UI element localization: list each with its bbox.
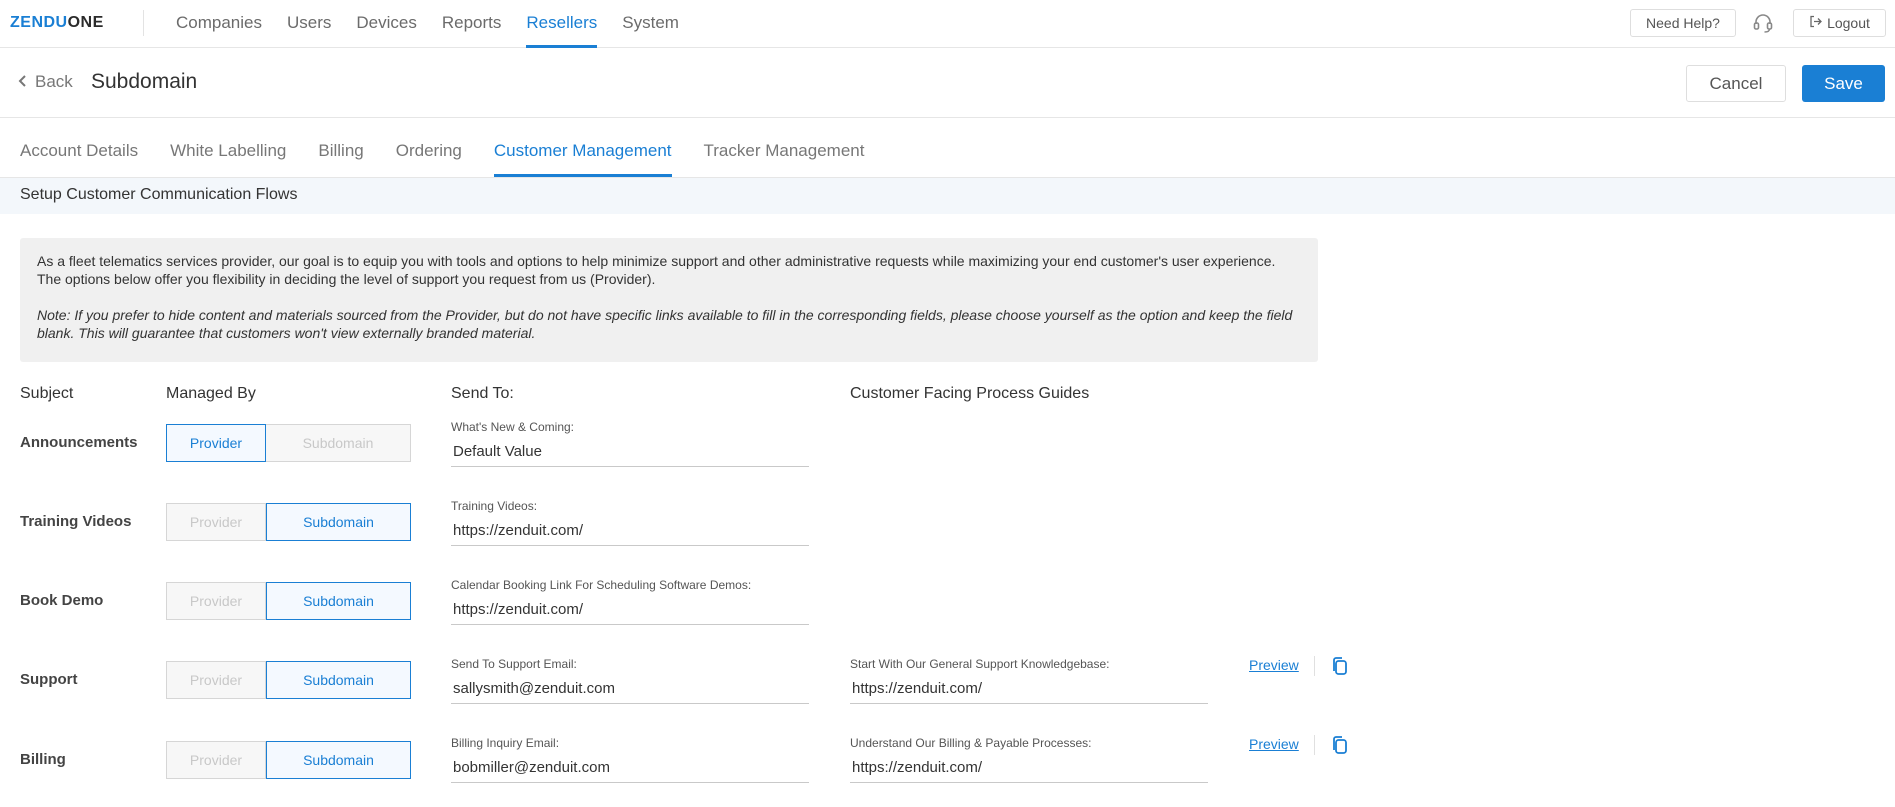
nav-item-resellers[interactable]: Resellers (526, 0, 597, 48)
nav-item-devices[interactable]: Devices (356, 0, 416, 48)
nav-item-reports[interactable]: Reports (442, 0, 502, 48)
managed-by-toggle-announcements: Provider Subdomain (166, 424, 411, 462)
section-banner: Setup Customer Communication Flows (0, 177, 1895, 214)
managed-by-toggle-support: Provider Subdomain (166, 661, 411, 699)
provider-option[interactable]: Provider (166, 582, 266, 620)
guide-field-support[interactable]: Start With Our General Support Knowledge… (850, 657, 1208, 704)
send-to-field-book-demo[interactable]: Calendar Booking Link For Scheduling Sof… (451, 578, 809, 625)
field-label: Billing Inquiry Email: (451, 736, 560, 750)
nav-item-system[interactable]: System (622, 0, 679, 48)
row-subject-training-videos: Training Videos (20, 513, 132, 530)
settings-tabs: Account Details White Labelling Billing … (20, 118, 896, 177)
send-to-field-billing[interactable]: Billing Inquiry Email: bobmiller@zenduit… (451, 736, 809, 783)
tab-white-labelling[interactable]: White Labelling (170, 118, 286, 177)
row-subject-book-demo: Book Demo (20, 592, 104, 609)
field-label: Understand Our Billing & Payable Process… (850, 736, 1092, 750)
tab-customer-management[interactable]: Customer Management (493, 118, 672, 177)
cancel-button[interactable]: Cancel (1686, 65, 1786, 102)
subdomain-option[interactable]: Subdomain (266, 661, 411, 699)
page-header: Back Subdomain Cancel Save (0, 48, 1895, 118)
save-button[interactable]: Save (1802, 65, 1885, 102)
nav-item-companies[interactable]: Companies (176, 0, 262, 48)
nav-item-users[interactable]: Users (287, 0, 331, 48)
copy-icon[interactable] (1330, 735, 1350, 757)
logout-label: Logout (1827, 15, 1870, 31)
copy-icon[interactable] (1330, 656, 1350, 678)
subdomain-option[interactable]: Subdomain (266, 424, 411, 462)
managed-by-toggle-billing: Provider Subdomain (166, 741, 411, 779)
back-link[interactable]: Back (18, 72, 73, 92)
row-subject-billing: Billing (20, 751, 66, 768)
chevron-left-icon (18, 72, 27, 92)
info-note: Note: If you prefer to hide content and … (37, 307, 1293, 341)
send-to-field-training-videos[interactable]: Training Videos: https://zenduit.com/ (451, 499, 809, 546)
provider-option[interactable]: Provider (166, 661, 266, 699)
back-label: Back (35, 72, 73, 91)
headset-icon[interactable] (1752, 12, 1774, 34)
provider-option[interactable]: Provider (166, 424, 266, 462)
column-header-subject: Subject (20, 385, 74, 402)
field-label: Send To Support Email: (451, 657, 577, 671)
need-help-button[interactable]: Need Help? (1630, 9, 1736, 37)
page-title: Subdomain (91, 70, 198, 93)
info-box: As a fleet telematics services provider,… (20, 238, 1318, 362)
main-nav: Companies Users Devices Reports Reseller… (176, 0, 704, 48)
column-header-guides: Customer Facing Process Guides (850, 385, 1090, 402)
field-value[interactable]: https://zenduit.com/ (850, 757, 1208, 783)
divider (1314, 656, 1315, 676)
preview-link-support[interactable]: Preview (1249, 657, 1299, 673)
top-navigation: ZENDU ONE Companies Users Devices Reports… (0, 0, 1895, 48)
managed-by-toggle-training-videos: Provider Subdomain (166, 503, 411, 541)
row-subject-announcements: Announcements (20, 434, 138, 451)
field-label: Start With Our General Support Knowledge… (850, 657, 1110, 671)
managed-by-toggle-book-demo: Provider Subdomain (166, 582, 411, 620)
subdomain-option[interactable]: Subdomain (266, 741, 411, 779)
preview-link-billing[interactable]: Preview (1249, 736, 1299, 752)
info-paragraph: As a fleet telematics services provider,… (37, 253, 1276, 287)
row-subject-support: Support (20, 671, 78, 688)
tab-account-details[interactable]: Account Details (20, 118, 138, 177)
subdomain-option[interactable]: Subdomain (266, 503, 411, 541)
provider-option[interactable]: Provider (166, 741, 266, 779)
column-header-send-to: Send To: (451, 385, 514, 402)
send-to-field-announcements[interactable]: What's New & Coming: Default Value (451, 420, 809, 467)
field-value[interactable]: https://zenduit.com/ (451, 599, 809, 625)
subdomain-option[interactable]: Subdomain (266, 582, 411, 620)
field-label: Calendar Booking Link For Scheduling Sof… (451, 578, 752, 592)
tab-ordering[interactable]: Ordering (396, 118, 462, 177)
field-label: Training Videos: (451, 499, 538, 513)
send-to-field-support[interactable]: Send To Support Email: sallysmith@zendui… (451, 657, 809, 704)
field-label: What's New & Coming: (451, 420, 574, 434)
section-title: Setup Customer Communication Flows (20, 186, 298, 203)
tab-tracker-management[interactable]: Tracker Management (704, 118, 865, 177)
guide-field-billing[interactable]: Understand Our Billing & Payable Process… (850, 736, 1208, 783)
tab-billing[interactable]: Billing (318, 118, 363, 177)
field-value[interactable]: sallysmith@zenduit.com (451, 678, 809, 704)
field-value[interactable]: https://zenduit.com/ (850, 678, 1208, 704)
field-value[interactable]: https://zenduit.com/ (451, 520, 809, 546)
logout-button[interactable]: Logout (1793, 9, 1886, 37)
column-header-managed-by: Managed By (166, 385, 256, 402)
provider-option[interactable]: Provider (166, 503, 266, 541)
logout-icon (1809, 15, 1822, 31)
nav-divider (143, 10, 144, 36)
field-value[interactable]: Default Value (451, 441, 809, 467)
field-value[interactable]: bobmiller@zenduit.com (451, 757, 809, 783)
divider (1314, 735, 1315, 755)
zenduone-logo[interactable]: ZENDU ONE (10, 12, 104, 34)
